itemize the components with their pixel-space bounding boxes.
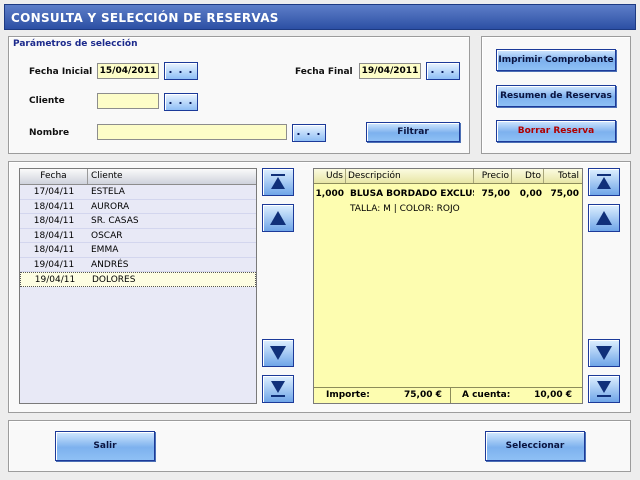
column-header-date[interactable]: Fecha	[20, 169, 88, 184]
table-row[interactable]: 17/04/11 ESTELA	[20, 185, 256, 200]
row-date: 19/04/11	[34, 275, 76, 285]
footer-panel: Salir Seleccionar	[8, 420, 631, 472]
line-total: 75,00	[550, 189, 579, 199]
arrow-up-icon	[596, 211, 612, 225]
list-down-button[interactable]	[262, 339, 294, 367]
acuenta-label: A cuenta:	[462, 390, 511, 400]
column-header-precio: Precio	[474, 169, 512, 183]
column-header-desc: Descripción	[346, 169, 474, 183]
row-client: EMMA	[91, 245, 119, 255]
footer-divider	[450, 388, 451, 403]
list-up-button[interactable]	[262, 204, 294, 232]
fecha-inicial-input[interactable]: 15/04/2011	[97, 63, 159, 79]
cliente-input[interactable]	[97, 93, 159, 109]
list-last-button[interactable]	[262, 375, 294, 403]
fecha-final-input[interactable]: 19/04/2011	[359, 63, 421, 79]
row-date: 17/04/11	[33, 187, 75, 197]
column-header-uds: Uds	[314, 169, 346, 183]
column-header-dto: Dto	[512, 169, 544, 183]
filter-button[interactable]: Filtrar	[366, 122, 460, 142]
reservation-summary-button[interactable]: Resumen de Reservas	[496, 85, 616, 107]
arrow-down-icon	[596, 346, 612, 360]
fecha-inicial-label: Fecha Inicial	[29, 67, 93, 77]
row-client: AURORA	[91, 201, 130, 212]
table-row[interactable]: 19/04/11 DOLORES	[20, 272, 256, 287]
line-desc: BLUSA BORDADO EXCLUSI	[350, 189, 474, 199]
column-header-total: Total	[557, 171, 579, 181]
arrow-last-icon	[597, 381, 611, 397]
reservation-detail[interactable]: Uds Descripción Precio Dto Total 1,000 B…	[313, 168, 583, 404]
arrow-up-icon	[270, 211, 286, 225]
selection-panel: Parámetros de selección Fecha Inicial 15…	[8, 36, 470, 154]
reservations-rows: 17/04/11 ESTELA 18/04/11 AURORA 18/04/11 SR. …	[20, 185, 256, 287]
select-button[interactable]: Seleccionar	[485, 431, 585, 461]
arrow-last-icon	[271, 381, 285, 397]
table-row[interactable]: 18/04/11 OSCAR	[20, 229, 256, 243]
line-precio: 75,00	[481, 189, 510, 199]
nombre-input[interactable]	[97, 124, 287, 140]
exit-button[interactable]: Salir	[55, 431, 155, 461]
table-row[interactable]: 18/04/11 AURORA	[20, 200, 256, 214]
table-row[interactable]: 19/04/11 ANDRÉS	[20, 258, 256, 272]
detail-line[interactable]: 1,000 BLUSA BORDADO EXCLUSI 75,00 0,00 7…	[314, 186, 582, 202]
nombre-picker-button[interactable]: . . .	[292, 124, 326, 142]
arrow-down-icon	[270, 346, 286, 360]
row-date: 18/04/11	[33, 245, 75, 255]
arrow-first-icon	[597, 174, 611, 189]
cliente-label: Cliente	[29, 96, 65, 106]
section-label: Parámetros de selección	[13, 39, 138, 49]
detail-down-button[interactable]	[588, 339, 620, 367]
nombre-label: Nombre	[29, 128, 70, 138]
cliente-picker-button[interactable]: . . .	[164, 93, 198, 111]
table-row[interactable]: 18/04/11 EMMA	[20, 243, 256, 258]
row-date: 18/04/11	[33, 201, 75, 212]
arrow-first-icon	[271, 174, 285, 189]
delete-reservation-button[interactable]: Borrar Reserva	[496, 120, 616, 142]
importe-value: 75,00 €	[404, 390, 442, 400]
line-uds: 1,000	[315, 189, 344, 199]
column-header-client[interactable]: Cliente	[88, 169, 256, 184]
row-client: SR. CASAS	[91, 216, 139, 226]
row-date: 19/04/11	[33, 259, 75, 270]
print-receipt-button[interactable]: Imprimir Comprobante	[496, 49, 616, 71]
window-title: CONSULTA Y SELECCIÓN DE RESERVAS	[4, 4, 636, 30]
row-date: 18/04/11	[33, 216, 75, 226]
line-dto: 0,00	[519, 189, 542, 199]
importe-label: Importe:	[326, 390, 370, 400]
row-date: 18/04/11	[33, 230, 75, 241]
detail-last-button[interactable]	[588, 375, 620, 403]
detail-first-button[interactable]	[588, 168, 620, 196]
row-client: DOLORES	[92, 275, 136, 285]
list-first-button[interactable]	[262, 168, 294, 196]
detail-up-button[interactable]	[588, 204, 620, 232]
reservations-list-header: Fecha Cliente	[20, 169, 256, 185]
fecha-final-picker-button[interactable]: . . .	[426, 62, 460, 80]
fecha-inicial-picker-button[interactable]: . . .	[164, 62, 198, 80]
reservations-list[interactable]: Fecha Cliente 17/04/11 ESTELA 18/04/11 AURO…	[19, 168, 257, 404]
row-client: OSCAR	[91, 230, 123, 241]
detail-header: Uds Descripción Precio Dto Total	[314, 169, 582, 184]
row-client: ANDRÉS	[91, 259, 129, 270]
acuenta-value: 10,00 €	[534, 390, 572, 400]
fecha-final-label: Fecha Final	[295, 67, 353, 77]
row-client: ESTELA	[91, 187, 125, 197]
actions-panel: Imprimir Comprobante Resumen de Reservas…	[481, 36, 631, 154]
line-note: TALLA: M | COLOR: ROJO	[350, 204, 460, 214]
table-row[interactable]: 18/04/11 SR. CASAS	[20, 214, 256, 229]
detail-footer: Importe: 75,00 € A cuenta: 10,00 €	[314, 387, 582, 403]
